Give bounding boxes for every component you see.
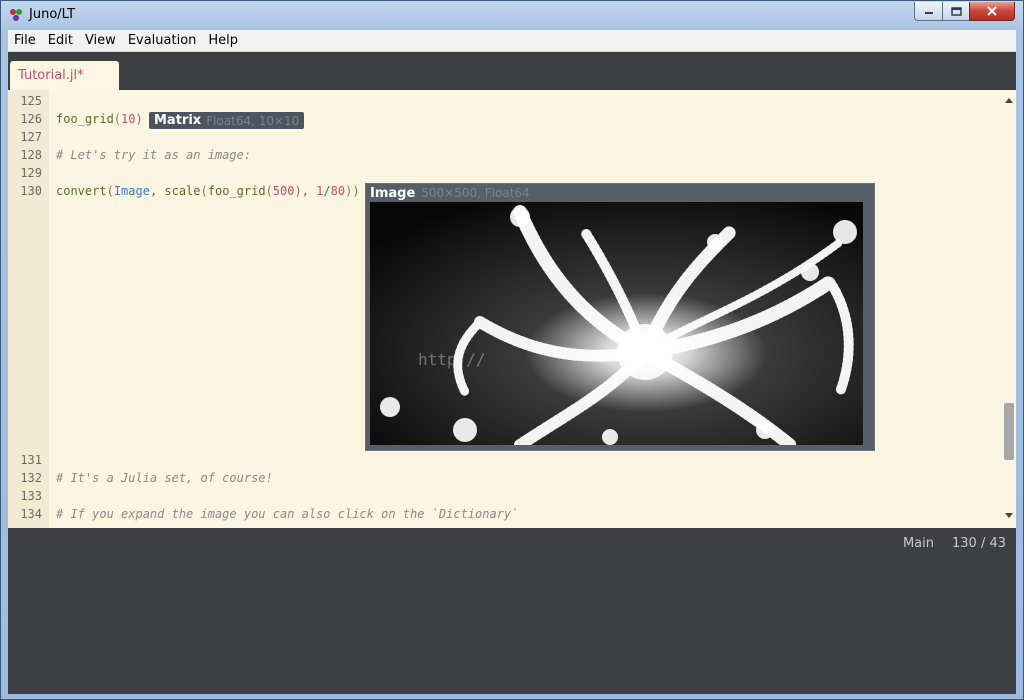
code-line-132: # It's a Julia set, of course! [56, 471, 273, 485]
app-icon [10, 9, 22, 21]
close-icon [987, 6, 997, 16]
julia-set-image: http:// [370, 202, 863, 445]
vertical-scrollbar[interactable] [1002, 90, 1016, 528]
minimize-button[interactable] [914, 2, 943, 21]
menu-file[interactable]: File [8, 30, 42, 51]
menu-help[interactable]: Help [202, 30, 244, 51]
code-line-134: # If you expand the image you can also c… [56, 507, 519, 521]
status-cursor-position: 130 / 43 [952, 536, 1006, 551]
scroll-down-arrow-icon[interactable] [1005, 513, 1013, 518]
image-subtitle: 500×500, Float64 [421, 186, 530, 200]
menu-edit[interactable]: Edit [42, 30, 79, 51]
line-number: 128 [20, 148, 42, 162]
julia-set-graphic [370, 202, 863, 445]
code-line-128: # Let's try it as an image: [56, 148, 252, 162]
code-line-130: convert(Image, scale(foo_grid(500), 1/80… [56, 184, 360, 198]
app-window: Juno/LT File Edit View Evaluation Help T… [0, 0, 1024, 700]
code-editor[interactable]: 125 126 127 128 129 130 131 132 133 134 … [8, 90, 1016, 528]
watermark-text: http:// [418, 350, 486, 369]
menu-view[interactable]: View [79, 30, 122, 51]
line-number: 133 [20, 489, 42, 503]
image-result-header[interactable]: Image 500×500, Float64 [370, 185, 530, 201]
tab-bar: Tutorial.jl* [8, 52, 1016, 90]
scroll-up-arrow-icon[interactable] [1005, 98, 1013, 103]
minimize-icon [924, 12, 933, 14]
status-module[interactable]: Main [903, 536, 934, 551]
maximize-icon [950, 6, 962, 16]
image-result-panel[interactable]: Image 500×500, Float64 http:// [365, 183, 875, 451]
line-number: 125 [20, 94, 42, 108]
code-line-126: foo_grid(10) [56, 112, 143, 126]
line-number: 134 [20, 507, 42, 521]
line-number: 130 [20, 184, 42, 198]
line-number: 131 [20, 453, 42, 467]
badge-title: Matrix [154, 113, 202, 128]
line-number: 129 [20, 166, 42, 180]
client-area: File Edit View Evaluation Help Tutorial.… [8, 30, 1016, 694]
maximize-button[interactable] [942, 2, 970, 21]
line-number: 127 [20, 130, 42, 144]
matrix-result-badge[interactable]: Matrix Float64, 10×10 [149, 112, 305, 129]
badge-subtitle: Float64, 10×10 [206, 113, 300, 128]
menu-evaluation[interactable]: Evaluation [122, 30, 203, 51]
status-bar: Main 130 / 43 [8, 528, 1016, 558]
scroll-thumb[interactable] [1004, 403, 1014, 460]
line-number: 126 [20, 112, 42, 126]
menu-bar: File Edit View Evaluation Help [8, 30, 1016, 52]
window-title: Juno/LT [29, 7, 76, 22]
close-button[interactable] [969, 2, 1015, 21]
title-bar[interactable]: Juno/LT [1, 1, 1023, 29]
line-gutter: 125 126 127 128 129 130 131 132 133 134 [8, 90, 49, 528]
tab-tutorial[interactable]: Tutorial.jl* [10, 61, 119, 90]
line-number: 132 [20, 471, 42, 485]
image-title: Image [370, 185, 416, 201]
